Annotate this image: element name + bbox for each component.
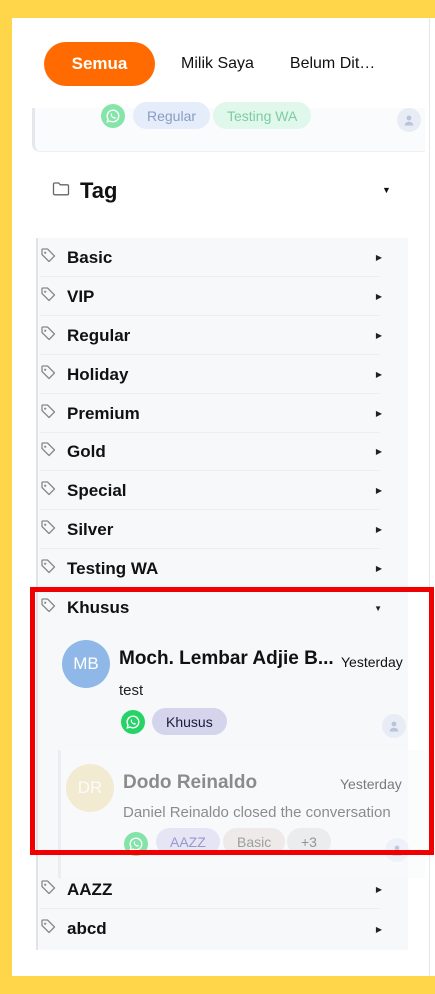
tag-item-khusus[interactable]: Khusus ▼ xyxy=(40,589,382,627)
tag-icon xyxy=(40,918,57,940)
chevron-right-icon: ▶ xyxy=(375,370,382,379)
chevron-right-icon: ▶ xyxy=(375,924,382,934)
whatsapp-icon xyxy=(124,832,148,856)
tag-item-holiday[interactable]: Holiday ▶ xyxy=(40,356,382,394)
divider xyxy=(429,18,430,976)
contact-avatar: MB xyxy=(62,640,110,688)
tag-pill-testing-wa: Testing WA xyxy=(213,102,312,129)
whatsapp-icon xyxy=(121,710,145,734)
tag-item-abcd[interactable]: abcd ▶ xyxy=(40,910,382,948)
tag-item-silver[interactable]: Silver ▶ xyxy=(40,511,382,549)
tag-item-basic[interactable]: Basic ▶ xyxy=(40,239,382,277)
tag-item-label: Testing WA xyxy=(67,558,159,578)
tag-item-premium[interactable]: Premium ▶ xyxy=(40,395,382,433)
tag-pill-basic: Basic xyxy=(223,828,286,855)
tag-item-label: VIP xyxy=(67,286,95,306)
tag-item-label: Holiday xyxy=(67,364,129,384)
scrollbar-track[interactable] xyxy=(425,18,435,976)
conversation-card-partial[interactable]: Regular Testing WA xyxy=(32,102,425,152)
tag-item-label: AAZZ xyxy=(67,879,113,899)
tag-item-label: Khusus xyxy=(67,598,130,617)
assignee-avatar-icon xyxy=(382,714,406,738)
tag-icon xyxy=(40,286,57,308)
tag-icon xyxy=(40,519,57,541)
filter-tabs: Semua Milik Saya Belum Ditugaskan xyxy=(44,42,380,86)
contact-name: Moch. Lembar Adjie B... xyxy=(119,648,334,669)
tag-section-title: Tag xyxy=(80,178,118,203)
tag-item-label: Basic xyxy=(67,247,113,267)
tag-pill-more[interactable]: +3 xyxy=(287,828,331,855)
folder-icon xyxy=(52,181,70,202)
tab-belum-ditugaskan[interactable]: Belum Ditugaskan xyxy=(290,42,380,86)
conversation-time: Yesterday xyxy=(341,654,403,670)
tag-pill-regular: Regular xyxy=(133,102,211,129)
assignee-avatar-icon xyxy=(397,108,421,132)
tag-item-label: Gold xyxy=(67,441,106,461)
chevron-right-icon: ▶ xyxy=(375,331,382,340)
last-message: Daniel Reinaldo closed the conversation xyxy=(123,804,391,821)
tag-icon xyxy=(40,879,57,901)
tag-icon xyxy=(40,364,57,386)
chevron-down-icon: ▼ xyxy=(382,185,391,195)
tag-icon xyxy=(40,325,57,347)
chevron-down-icon: ▼ xyxy=(374,603,382,613)
tag-icon xyxy=(40,480,57,502)
conversation-card[interactable]: DR Dodo Reinaldo Yesterday Daniel Reinal… xyxy=(58,750,425,878)
contact-name: Dodo Reinaldo xyxy=(123,772,258,793)
tag-item-label: abcd xyxy=(67,919,107,938)
chevron-right-icon: ▶ xyxy=(375,447,382,456)
tag-item-label: Premium xyxy=(67,403,140,423)
tag-icon xyxy=(40,247,57,269)
assignee-avatar-icon xyxy=(385,838,409,862)
conversation-panel: Semua Milik Saya Belum Ditugaskan Regula… xyxy=(12,18,425,976)
tag-item-aazz[interactable]: AAZZ ▶ xyxy=(40,871,382,909)
chevron-right-icon: ▶ xyxy=(375,253,382,262)
contact-avatar: DR xyxy=(66,764,114,812)
chevron-right-icon: ▶ xyxy=(375,409,382,418)
last-message: test xyxy=(119,682,144,699)
tag-item-gold[interactable]: Gold ▶ xyxy=(40,433,382,471)
tag-item-special[interactable]: Special ▶ xyxy=(40,472,382,510)
tag-item-label: Silver xyxy=(67,519,114,539)
tag-icon xyxy=(40,441,57,463)
chevron-right-icon: ▶ xyxy=(375,525,382,534)
tag-icon xyxy=(40,403,57,425)
tag-item-label: Regular xyxy=(67,325,131,345)
tag-item-label: Special xyxy=(67,480,127,500)
tag-item-regular[interactable]: Regular ▶ xyxy=(40,317,382,355)
tag-pill-aazz: AAZZ xyxy=(156,828,220,855)
chevron-right-icon: ▶ xyxy=(375,292,382,301)
chevron-right-icon: ▶ xyxy=(375,486,382,495)
tag-item-testing-wa[interactable]: Testing WA ▶ xyxy=(40,550,382,588)
conversation-time: Yesterday xyxy=(340,776,402,792)
tab-semua[interactable]: Semua xyxy=(44,42,155,86)
tag-icon xyxy=(40,558,57,580)
tag-item-vip[interactable]: VIP ▶ xyxy=(40,278,382,316)
conversation-card[interactable]: MB Moch. Lembar Adjie B... Yesterday tes… xyxy=(42,630,425,740)
whatsapp-icon xyxy=(101,104,125,128)
chevron-right-icon: ▶ xyxy=(375,564,382,573)
chevron-right-icon: ▶ xyxy=(375,885,382,894)
tab-milik-saya[interactable]: Milik Saya xyxy=(181,42,254,86)
tag-icon xyxy=(40,597,57,619)
tag-section-header[interactable]: Tag ▼ xyxy=(52,176,402,206)
tag-pill-khusus: Khusus xyxy=(152,708,227,735)
